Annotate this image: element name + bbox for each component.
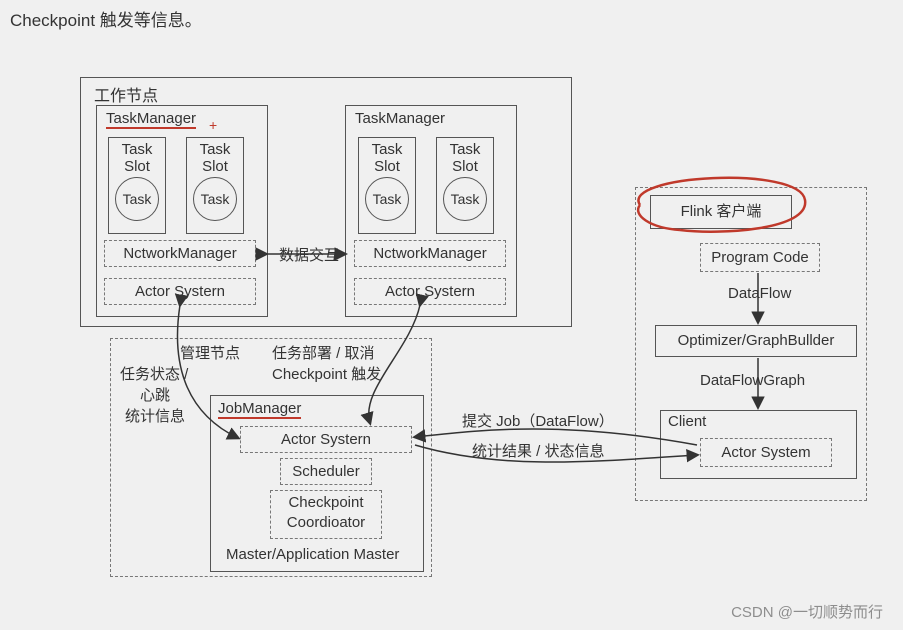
- tm1-slot1-task: Task: [109, 138, 165, 158]
- stats-label: 统计信息: [125, 405, 185, 426]
- tm1-slot1-circle: Task: [115, 177, 159, 221]
- submit-job-label: 提交 Job（DataFlow）: [462, 410, 614, 431]
- tm2-slot1-slot: Slot: [359, 158, 415, 175]
- tm2-actor-system: Actor Systern: [354, 278, 506, 305]
- plus-mark: +: [209, 117, 217, 133]
- tm2-slot1-task: Task: [359, 138, 415, 158]
- page-title: Checkpoint 触发等信息。: [10, 6, 202, 31]
- jm-checkpoint-coord: Checkpoint Coordioator: [270, 490, 382, 539]
- tm1-network-manager: NctworkManager: [104, 240, 256, 267]
- optimizer-box: Optimizer/GraphBullder: [655, 325, 857, 357]
- jm-cc2: Coordioator: [271, 513, 381, 533]
- tm2-slot2-circle: Task: [443, 177, 487, 221]
- tm1-actor-system: Actor Systern: [104, 278, 256, 305]
- master-app-label: Master/Application Master: [226, 546, 399, 563]
- tm2-slot-2: Task Slot Task: [436, 137, 494, 234]
- jm-sched-label: Scheduler: [292, 463, 360, 480]
- jobmanager-label: JobManager: [218, 400, 301, 417]
- task-deploy-label: 任务部署 / 取消: [272, 342, 375, 363]
- tm1-slot2-taskc: Task: [201, 191, 230, 207]
- flink-client-box: Flink 客户端: [650, 195, 792, 229]
- jm-cc1: Checkpoint: [271, 493, 381, 513]
- tm1-slot-2: Task Slot Task: [186, 137, 244, 234]
- dataflow-label: DataFlow: [728, 285, 791, 302]
- tm2-slot2-task: Task: [437, 138, 493, 158]
- jm-scheduler: Scheduler: [280, 458, 372, 485]
- watermark: CSDN @一切顺势而行: [731, 601, 883, 622]
- tm2-nm-label: NctworkManager: [373, 245, 486, 262]
- tm1-as-label: Actor Systern: [135, 283, 225, 300]
- checkpoint-trigger-label: Checkpoint 触发: [272, 363, 381, 384]
- taskmanager-2-label: TaskManager: [355, 110, 445, 127]
- client-actor-system: Actor System: [700, 438, 832, 467]
- tm1-nm-label: NctworkManager: [123, 245, 236, 262]
- tm1-slot2-slot: Slot: [187, 158, 243, 175]
- tm2-slot1-taskc: Task: [373, 191, 402, 207]
- tm1-slot1-slot: Slot: [109, 158, 165, 175]
- taskmanager-1-label: TaskManager: [106, 110, 196, 127]
- stats-result-label: 统计结果 / 状态信息: [472, 440, 605, 461]
- heartbeat-label: 心跳: [140, 384, 170, 405]
- tm2-slot-1: Task Slot Task: [358, 137, 416, 234]
- program-code-label: Program Code: [711, 249, 809, 266]
- tm2-slot2-slot: Slot: [437, 158, 493, 175]
- client-label: Client: [668, 413, 706, 430]
- tm1-slot1-taskc: Task: [123, 191, 152, 207]
- tm2-network-manager: NctworkManager: [354, 240, 506, 267]
- optimizer-label: Optimizer/GraphBullder: [678, 332, 835, 349]
- tm1-slot2-task: Task: [187, 138, 243, 158]
- tm1-slot2-circle: Task: [193, 177, 237, 221]
- dataflowgraph-label: DataFlowGraph: [700, 372, 805, 389]
- flink-client-label: Flink 客户端: [681, 203, 762, 220]
- jm-actor-system: Actor Systern: [240, 426, 412, 453]
- jm-as-label: Actor Systern: [281, 431, 371, 448]
- tm1-slot-1: Task Slot Task: [108, 137, 166, 234]
- tm2-as-label: Actor Systern: [385, 283, 475, 300]
- data-exchange-label: 数据交互: [279, 244, 339, 265]
- worker-node-label: 工作节点: [94, 82, 158, 106]
- tm2-slot1-circle: Task: [365, 177, 409, 221]
- mgmt-node-label: 管理节点: [180, 342, 240, 363]
- program-code-box: Program Code: [700, 243, 820, 272]
- task-status-label: 任务状态 /: [120, 363, 188, 384]
- tm2-slot2-taskc: Task: [451, 191, 480, 207]
- client-as-label: Actor System: [721, 444, 810, 461]
